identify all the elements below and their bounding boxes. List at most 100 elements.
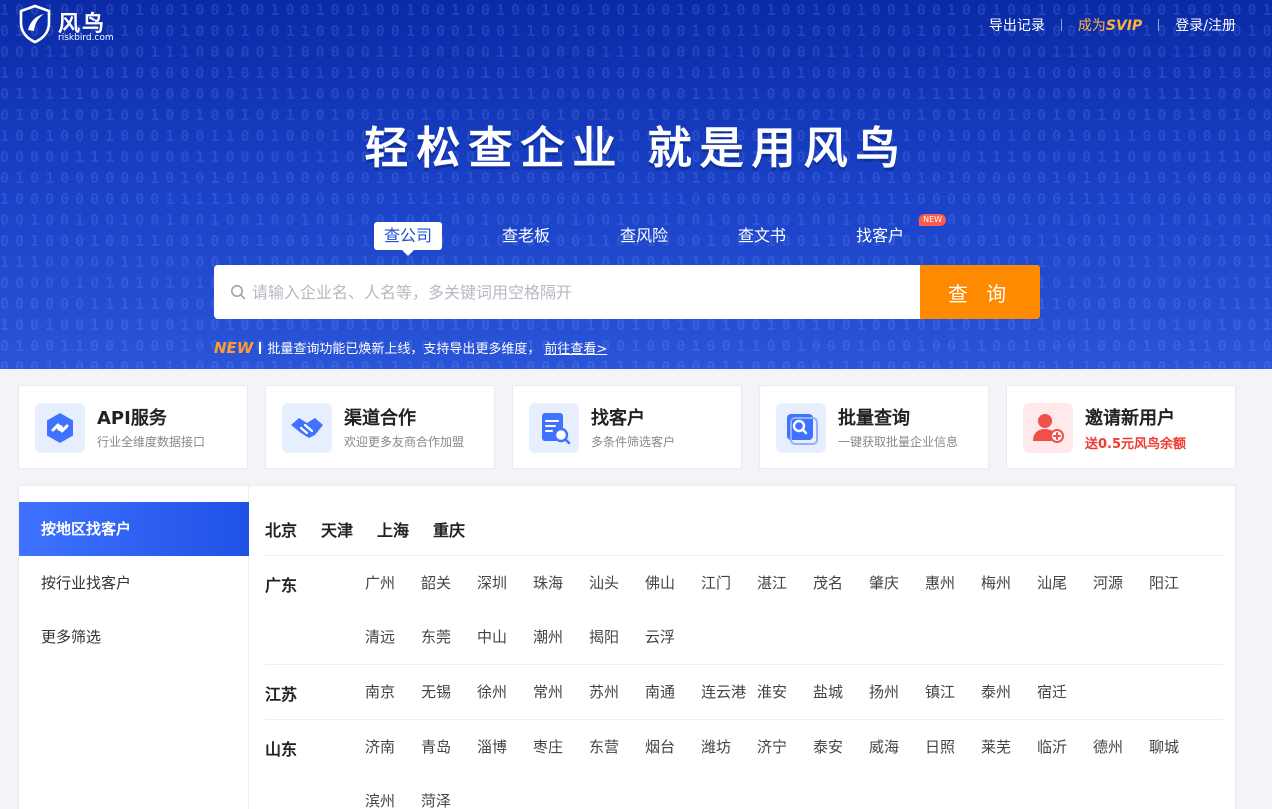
card-invite-users[interactable]: 邀请新用户 送0.5元风鸟余额 [1006,385,1236,469]
top-links: 导出记录 成为SVIP 登录/注册 [989,15,1236,35]
city-link[interactable]: 惠州 [925,556,981,610]
city-link[interactable]: 中山 [477,610,533,664]
notice-divider [259,341,262,354]
sidebar-item-by-industry[interactable]: 按行业找客户 [19,556,249,610]
city-link[interactable]: 江门 [701,556,757,610]
tab-find-customers[interactable]: 找客户 NEW [846,214,947,250]
tab-documents[interactable]: 查文书 [728,222,796,250]
city-link[interactable]: 枣庄 [533,720,589,774]
divider [1158,19,1160,31]
city-list: 济南 青岛 淄博 枣庄 东营 烟台 潍坊 济宁 泰安 威海 日照 莱芜 临沂 德州 聊城滨州 菏泽 [365,720,1223,809]
city-link[interactable]: 淮安 [757,665,813,719]
sidebar-item-more-filters[interactable]: 更多筛选 [19,610,249,664]
city-link[interactable]: 济宁 [757,720,813,774]
city-link[interactable]: 珠海 [533,556,589,610]
city-link[interactable]: 河源 [1093,556,1149,610]
tab-boss[interactable]: 查老板 [492,222,560,250]
city-link[interactable]: 徐州 [477,665,533,719]
province-name[interactable]: 江苏 [265,681,297,705]
city-link[interactable]: 东营 [589,720,645,774]
municipality-link[interactable]: 天津 [321,517,353,541]
shield-logo-icon [19,4,51,44]
city-link[interactable]: 泰安 [813,720,869,774]
city-link[interactable]: 德州 [1093,720,1149,774]
city-list: 南京 无锡 徐州 常州 苏州 南通 连云港 淮安 盐城 扬州 镇江 泰州 宿迁 [365,665,1223,719]
city-link[interactable]: 莱芜 [981,720,1037,774]
city-link[interactable]: 烟台 [645,720,701,774]
city-link[interactable]: 清远 [365,610,421,664]
city-link[interactable]: 东莞 [421,610,477,664]
card-batch-query[interactable]: 批量查询 一键获取批量企业信息 [759,385,989,469]
city-link[interactable]: 盐城 [813,665,869,719]
invite-user-icon [1023,403,1073,453]
city-link[interactable]: 聊城 [1149,720,1205,774]
province-name[interactable]: 山东 [265,736,297,760]
card-title: API服务 [97,408,167,429]
city-link[interactable]: 淄博 [477,720,533,774]
city-link[interactable]: 广州 [365,556,421,610]
municipality-link[interactable]: 北京 [265,517,297,541]
city-link[interactable]: 深圳 [477,556,533,610]
batch-search-icon [776,403,826,453]
city-link[interactable]: 扬州 [869,665,925,719]
municipality-link[interactable]: 重庆 [433,517,465,541]
city-link[interactable]: 潮州 [533,610,589,664]
service-cards: API服务 行业全维度数据接口 渠道合作 欢迎更多友商合作加盟 找客户 多条件筛… [18,385,1236,469]
city-link[interactable]: 汕头 [589,556,645,610]
city-link[interactable]: 济南 [365,720,421,774]
brand-logo[interactable]: 风鸟 riskbird.com [18,4,128,46]
province-name[interactable]: 广东 [265,572,297,596]
city-link[interactable]: 梅州 [981,556,1037,610]
card-channel-partnership[interactable]: 渠道合作 欢迎更多友商合作加盟 [265,385,495,469]
customer-finder-panel: 按地区找客户 按行业找客户 更多筛选 北京 天津 上海 重庆广东 广州 韶关 深圳 珠海 汕头佛… [18,485,1236,809]
city-link[interactable]: 潍坊 [701,720,757,774]
card-find-customers[interactable]: 找客户 多条件筛选客户 [512,385,742,469]
city-link[interactable]: 韶关 [421,556,477,610]
city-link[interactable]: 阳江 [1149,556,1205,610]
card-title: 批量查询 [838,408,910,429]
card-api-service[interactable]: API服务 行业全维度数据接口 [18,385,248,469]
search-icon [231,285,246,300]
become-svip-link[interactable]: 成为SVIP [1078,15,1142,35]
tab-risk[interactable]: 查风险 [610,222,678,250]
city-link[interactable]: 肇庆 [869,556,925,610]
city-link[interactable]: 泰州 [981,665,1037,719]
province-row: 山东 济南 青岛 淄博 枣庄 东营 烟台 潍坊 济宁 泰安 威海 日照 莱芜 临沂 德州 聊城滨州 菏泽 [265,720,1223,809]
city-link[interactable]: 宿迁 [1037,665,1093,719]
svip-word: SVIP [1105,18,1143,34]
city-link[interactable]: 湛江 [757,556,813,610]
search-button[interactable]: 查 询 [920,265,1040,319]
city-link[interactable]: 青岛 [421,720,477,774]
tab-company[interactable]: 查公司 [374,222,443,256]
card-subtitle: 多条件筛选客户 [591,435,676,449]
city-link[interactable]: 无锡 [421,665,477,719]
city-link[interactable]: 茂名 [813,556,869,610]
city-link[interactable]: 镇江 [925,665,981,719]
city-link[interactable]: 滨州 [365,774,421,809]
tab-label: 查公司 [384,226,433,245]
card-title: 邀请新用户 [1085,408,1175,429]
city-link[interactable]: 揭阳 [589,610,645,664]
export-records-link[interactable]: 导出记录 [989,15,1045,35]
feature-notice: NEW 批量查询功能已焕新上线，支持导出更多维度， 前往查看> [214,338,607,358]
city-link[interactable]: 菏泽 [421,774,477,809]
city-link[interactable]: 常州 [533,665,589,719]
city-link[interactable]: 威海 [869,720,925,774]
city-link[interactable]: 汕尾 [1037,556,1093,610]
municipality-link[interactable]: 上海 [377,517,409,541]
province-row: 广东 广州 韶关 深圳 珠海 汕头 佛山 江门 湛江 茂名 肇庆 惠州 梅州 汕尾 河源 阳江清远 东莞 中山 潮州… [265,556,1223,665]
city-link[interactable]: 南通 [645,665,701,719]
city-link[interactable]: 苏州 [589,665,645,719]
sidebar-item-by-region[interactable]: 按地区找客户 [19,502,249,556]
city-link[interactable]: 云浮 [645,610,701,664]
tab-label: 找客户 [856,226,905,245]
login-register-link[interactable]: 登录/注册 [1175,15,1236,35]
city-link[interactable]: 连云港 [701,665,757,719]
city-link[interactable]: 临沂 [1037,720,1093,774]
card-subtitle: 送0.5元风鸟余额 [1085,437,1187,452]
city-link[interactable]: 佛山 [645,556,701,610]
search-input[interactable] [252,265,912,319]
notice-link[interactable]: 前往查看> [544,338,607,357]
city-link[interactable]: 日照 [925,720,981,774]
city-link[interactable]: 南京 [365,665,421,719]
